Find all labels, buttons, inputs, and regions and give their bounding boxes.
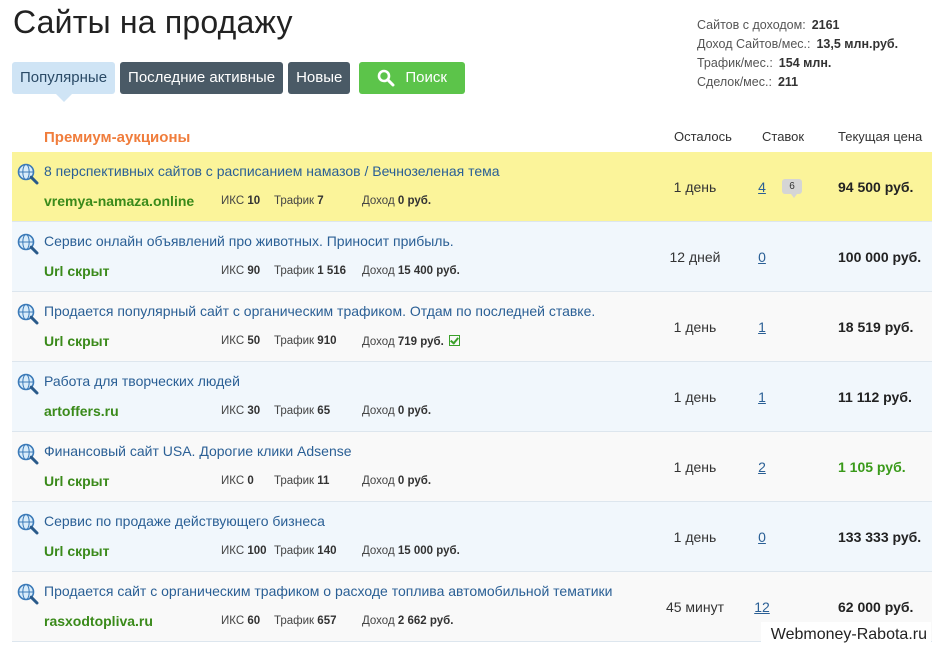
listing-iks: ИКС 30 (221, 405, 261, 417)
current-price: 11 112 руб. (838, 389, 912, 405)
watermark: Webmoney-Rabota.ru (760, 622, 931, 646)
current-price: 100 000 руб. (838, 249, 922, 265)
site-globe-magnifier-icon (17, 583, 39, 605)
tab-last-active[interactable]: Последние активные (120, 62, 284, 94)
listing-income: Доход 2 662 руб. (362, 615, 454, 627)
section-title: Премиум-аукционы (44, 129, 191, 146)
listing-url: Url скрыт (44, 543, 110, 559)
listing-traffic: Трафик 140 (274, 545, 337, 557)
column-header-price: Текущая цена (838, 129, 923, 144)
listing-title-link[interactable]: Сервис по продаже действующего бизнеса (44, 513, 325, 529)
time-left: 45 минут (665, 599, 725, 615)
stat-deals-per-month: Сделок/мес.: 211 (697, 75, 799, 89)
listing-iks: ИКС 10 (221, 195, 261, 207)
table-row[interactable]: 8 перспективных сайтов с расписанием нам… (12, 152, 932, 222)
current-price: 1 105 руб. (838, 459, 906, 475)
site-globe-magnifier-icon (17, 373, 39, 395)
site-globe-magnifier-icon (17, 303, 39, 325)
listing-income: Доход 0 руб. (362, 405, 432, 417)
listing-income: Доход 15 400 руб. (362, 265, 460, 277)
listing-title-link[interactable]: Продается сайт с органическим трафиком о… (44, 583, 612, 599)
table-row[interactable]: Продается популярный сайт с органическим… (12, 292, 932, 362)
listing-traffic: Трафик 910 (274, 335, 337, 347)
column-header-bids: Ставок (762, 129, 805, 144)
listing-title-link[interactable]: Сервис онлайн объявлений про животных. П… (44, 233, 454, 249)
listing-income: Доход 0 руб. (362, 195, 432, 207)
comments-count-bubble[interactable]: 6 (782, 179, 802, 198)
listing-url: vremya-namaza.online (44, 193, 195, 209)
listing-title-link[interactable]: Финансовый сайт USA. Дорогие клики Adsen… (44, 443, 352, 459)
current-price: 94 500 руб. (838, 179, 914, 195)
search-button[interactable]: Поиск (359, 62, 465, 94)
column-header-time-left: Осталось (674, 129, 732, 144)
table-row[interactable]: Работа для творческих людей artoffers.ru… (12, 362, 932, 432)
time-left: 12 дней (669, 249, 721, 265)
listing-iks: ИКС 0 (221, 475, 254, 487)
listing-income: Доход 0 руб. (362, 475, 432, 487)
bids-count-link[interactable]: 0 (750, 249, 774, 265)
current-price: 133 333 руб. (838, 529, 922, 545)
listing-url: rasxodtopliva.ru (44, 613, 153, 629)
table-row[interactable]: Сервис по продаже действующего бизнеса U… (12, 502, 932, 572)
listing-url: artoffers.ru (44, 403, 119, 419)
listing-traffic: Трафик 657 (274, 615, 337, 627)
listing-url: Url скрыт (44, 263, 110, 279)
listing-iks: ИКС 90 (221, 265, 261, 277)
listing-traffic: Трафик 1 516 (274, 265, 347, 277)
bids-count-link[interactable]: 12 (750, 599, 774, 615)
time-left: 1 день (673, 389, 717, 405)
stat-traffic-per-month: Трафик/мес.: 154 млн. (697, 56, 832, 70)
filter-tabs: Популярные Последние активные Новые Поис… (12, 62, 465, 102)
time-left: 1 день (673, 319, 717, 335)
search-button-label: Поиск (405, 69, 447, 86)
bids-count-link[interactable]: 2 (750, 459, 774, 475)
site-globe-magnifier-icon (17, 163, 39, 185)
listing-title-link[interactable]: Продается популярный сайт с органическим… (44, 303, 595, 319)
listing-income: Доход 15 000 руб. (362, 545, 460, 557)
site-globe-magnifier-icon (17, 443, 39, 465)
time-left: 1 день (673, 459, 717, 475)
site-globe-magnifier-icon (17, 513, 39, 535)
table-row[interactable]: Финансовый сайт USA. Дорогие клики Adsen… (12, 432, 932, 502)
current-price: 18 519 руб. (838, 319, 914, 335)
page-title: Сайты на продажу (13, 4, 293, 40)
bids-count-link[interactable]: 1 (750, 389, 774, 405)
listing-iks: ИКС 60 (221, 615, 261, 627)
listing-url: Url скрыт (44, 473, 110, 489)
site-globe-magnifier-icon (17, 233, 39, 255)
listing-iks: ИКС 100 (221, 545, 267, 557)
bids-count-link[interactable]: 0 (750, 529, 774, 545)
bids-count-link[interactable]: 4 (750, 179, 774, 195)
current-price: 62 000 руб. (838, 599, 914, 615)
listing-traffic: Трафик 7 (274, 195, 324, 207)
listing-url: Url скрыт (44, 333, 110, 349)
bids-count-link[interactable]: 1 (750, 319, 774, 335)
listing-traffic: Трафик 11 (274, 475, 330, 487)
stat-sites-with-income: Сайтов с доходом: 2161 (697, 18, 840, 32)
time-left: 1 день (673, 179, 717, 195)
listing-income: Доход 719 руб. (362, 335, 460, 348)
search-icon (378, 69, 395, 87)
table-header: Премиум-аукционы Осталось Ставок Текущая… (12, 124, 932, 152)
verified-income-checkbox-icon (448, 335, 460, 346)
auctions-table: Премиум-аукционы Осталось Ставок Текущая… (12, 124, 932, 642)
site-stats: Сайтов с доходом: 2161 Доход Сайтов/мес.:… (697, 16, 898, 92)
listing-title-link[interactable]: 8 перспективных сайтов с расписанием нам… (44, 163, 500, 179)
stat-income-per-month: Доход Сайтов/мес.: 13,5 млн.руб. (697, 37, 899, 51)
time-left: 1 день (673, 529, 717, 545)
tab-popular[interactable]: Популярные (12, 62, 116, 102)
table-row[interactable]: Сервис онлайн объявлений про животных. П… (12, 222, 932, 292)
listing-traffic: Трафик 65 (274, 405, 331, 417)
listing-title-link[interactable]: Работа для творческих людей (44, 373, 240, 389)
listing-iks: ИКС 50 (221, 335, 261, 347)
tab-new[interactable]: Новые (288, 62, 351, 94)
